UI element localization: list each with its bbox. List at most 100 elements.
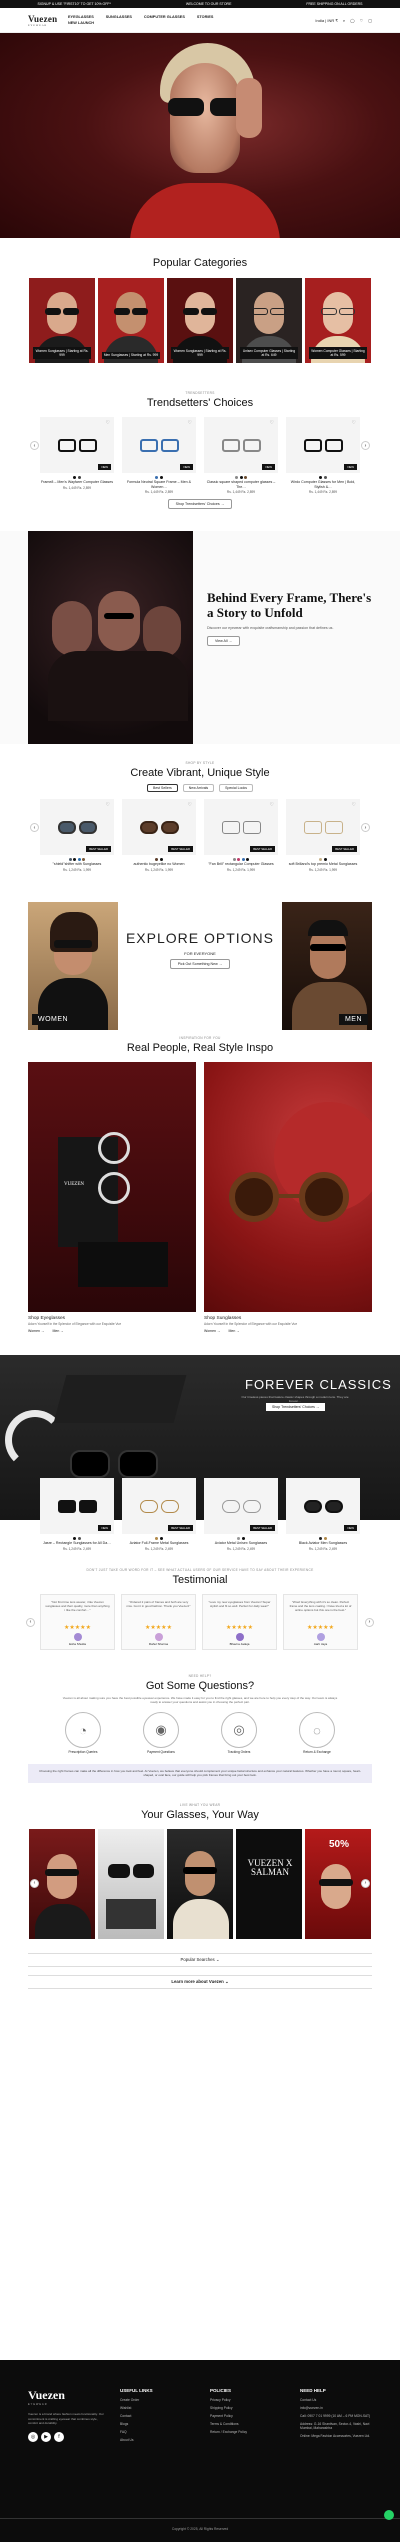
nav-item-stories[interactable]: STORIES [197, 15, 214, 19]
carousel-prev-button[interactable]: ‹ [30, 441, 39, 450]
color-swatches[interactable] [122, 1537, 196, 1541]
wishlist-icon[interactable]: ♡ [270, 420, 274, 426]
product-name[interactable]: Frame8 – Men's Wayfarer Computer Glasses [40, 480, 114, 485]
footer-logo[interactable]: Vuezen [28, 2388, 108, 2403]
women-link[interactable]: Women → [28, 1329, 44, 1333]
nav-item-eyeglasses[interactable]: EYEGLASSES [68, 15, 94, 19]
product-card[interactable]: ♡ BEST SELLER authentic bugeyelike no Wom… [122, 799, 196, 872]
product-name[interactable]: "Fan Brill" rectangular Computer Glasses [204, 862, 278, 867]
color-swatches[interactable] [204, 1537, 278, 1541]
shop-trendsetters-button[interactable]: Shop Trendsetters' Choices → [167, 499, 233, 510]
product-card[interactable]: ♡ BEST SELLER "shield"shifter with Sungla… [40, 799, 114, 872]
product-name[interactable]: Jasre – Rectangle Sunglasses for All Da… [40, 1541, 114, 1546]
inspo-card[interactable]: VUEZEN Shop Eyeglasses Adorn Yourself in… [28, 1062, 196, 1333]
wishlist-icon[interactable]: ♡ [352, 802, 356, 808]
product-name[interactable]: Classic square shaped computer glasses –… [204, 480, 278, 489]
inspo-title[interactable]: Shop Sunglasses [204, 1316, 372, 1321]
whatsapp-icon[interactable] [384, 2510, 394, 2520]
tab-new-arrivals[interactable]: New Arrivals [182, 784, 215, 793]
help-topic[interactable]: ◎ Tracking Orders [221, 1712, 257, 1754]
color-swatches[interactable] [286, 476, 360, 479]
view-all-button[interactable]: View All → [207, 635, 241, 646]
color-swatches[interactable] [40, 1537, 114, 1541]
wishlist-icon[interactable]: ♡ [188, 802, 192, 808]
category-card[interactable]: Unisex Computer Glasses | Starting at Rs… [236, 278, 302, 363]
wishlist-icon[interactable]: ♡ [360, 18, 364, 23]
category-card[interactable]: Men Sunglasses | Starting at Rs. 999 [98, 278, 164, 363]
color-swatches[interactable] [40, 476, 114, 479]
user-icon[interactable]: ◯ [350, 18, 354, 23]
product-card[interactable]: BEST SELLER Aviator Metal Unisex Sunglas… [204, 1478, 278, 1551]
product-name[interactable]: Wirdo Computer Glasses for Men | Bold, S… [286, 480, 360, 489]
color-swatches[interactable] [204, 476, 278, 479]
product-card[interactable]: ♡ BEST SELLER "Fan Brill" rectangular Com… [204, 799, 278, 872]
product-name[interactable]: Aviator Full-Frame Metal Sunglasses [122, 1541, 196, 1546]
women-label[interactable]: WOMEN [32, 1014, 75, 1026]
product-card[interactable]: ♡ BEST SELLER soft Brilland's top premio … [286, 799, 360, 872]
color-swatches[interactable] [286, 1537, 360, 1541]
carousel-next-button[interactable]: › [361, 1878, 370, 1888]
pick-out-button[interactable]: Pick Out Something New → [169, 959, 231, 970]
currency-selector[interactable]: India | INR ₹ [315, 18, 337, 23]
color-swatches[interactable] [122, 476, 196, 479]
inspo-card[interactable]: Shop Sunglasses Adorn Yourself in the Sp… [204, 1062, 372, 1333]
men-image[interactable]: MEN [282, 902, 372, 1031]
product-card[interactable]: ♡ NEW Wirdo Computer Glasses for Men | Bo… [286, 417, 360, 494]
product-name[interactable]: Black Aviator Men Sunglasses [286, 1541, 360, 1546]
women-link[interactable]: Women → [204, 1329, 220, 1333]
nav-item-new-launch[interactable]: NEW LAUNCH [68, 21, 94, 25]
instagram-icon[interactable]: ◎ [28, 2431, 38, 2442]
product-name[interactable]: "shield"shifter with Sunglasses [40, 862, 114, 867]
help-topic[interactable]: ◉ Payment Questions [143, 1712, 179, 1754]
category-card[interactable]: Women Sunglasses | Starting at Rs. 999 [29, 278, 95, 363]
footer-link[interactable]: Return / Exchange Policy [210, 2430, 247, 2434]
help-topic[interactable]: ◔ Prescription Queries [65, 1712, 101, 1754]
carousel-prev-button[interactable]: ‹ [26, 1617, 35, 1627]
footer-link[interactable]: Terms & Conditions [210, 2422, 247, 2426]
wishlist-icon[interactable]: ♡ [188, 420, 192, 426]
product-card[interactable]: NEW Jasre – Rectangle Sunglasses for All… [40, 1478, 114, 1551]
cart-icon[interactable]: ▢ [368, 18, 372, 23]
video-card[interactable] [167, 1828, 233, 1939]
footer-link[interactable]: Shipping Policy [210, 2406, 247, 2410]
footer-link[interactable]: Payment Policy [210, 2414, 247, 2418]
color-swatches[interactable] [122, 858, 196, 862]
carousel-next-button[interactable]: › [361, 823, 370, 833]
footer-link[interactable]: Blogs [120, 2422, 153, 2426]
wishlist-icon[interactable]: ♡ [106, 420, 110, 426]
men-link[interactable]: Men → [52, 1329, 63, 1333]
product-card[interactable]: ♡ NEW Classic square shaped computer glas… [204, 417, 278, 494]
help-topic[interactable]: ◌ Return & Exchange [299, 1712, 335, 1754]
carousel-prev-button[interactable]: ‹ [30, 823, 39, 833]
women-image[interactable]: WOMEN [28, 902, 118, 1031]
product-card[interactable]: NEW Black Aviator Men Sunglasses Rs. 1,2… [286, 1478, 360, 1551]
product-card[interactable]: BEST SELLER Aviator Full-Frame Metal Sun… [122, 1478, 196, 1551]
footer-link[interactable]: About Us [120, 2438, 153, 2442]
footer-phone[interactable]: Call: 0907 7 01 9999 (10 AM – 6 PM MON-S… [300, 2414, 372, 2418]
footer-email[interactable]: info@vuezen.in [300, 2406, 372, 2410]
youtube-icon[interactable]: ▶ [41, 2431, 51, 2442]
footer-link[interactable]: Privacy Policy [210, 2398, 247, 2402]
footer-link[interactable]: Contact Us [300, 2398, 372, 2402]
video-card[interactable] [98, 1828, 164, 1939]
facebook-icon[interactable]: f [54, 2431, 64, 2442]
nav-item-sunglasses[interactable]: SUNGLASSES [106, 15, 132, 19]
wishlist-icon[interactable]: ♡ [352, 420, 356, 426]
category-card[interactable]: Women Sunglasses | Starting at Rs. 999 [167, 278, 233, 363]
men-link[interactable]: Men → [228, 1329, 239, 1333]
footer-link[interactable]: Create Order [120, 2398, 153, 2402]
color-swatches[interactable] [40, 858, 114, 862]
carousel-next-button[interactable]: › [365, 1617, 374, 1627]
product-card[interactable]: ♡ NEW Formula Neutral Square Frame – Men … [122, 417, 196, 494]
product-name[interactable]: Formula Neutral Square Frame – Men & Wom… [122, 480, 196, 489]
inspo-title[interactable]: Shop Eyeglasses [28, 1316, 196, 1321]
carousel-next-button[interactable]: › [361, 441, 370, 450]
product-name[interactable]: soft Brilland's top premio Metal Sunglas… [286, 862, 360, 867]
popular-searches-accordion[interactable]: Popular Searches ⌄ [28, 1952, 372, 1967]
carousel-prev-button[interactable]: ‹ [30, 1878, 39, 1888]
tab-special-looks[interactable]: Special Looks [219, 784, 253, 793]
category-card[interactable]: Women Computer Glasses | Starting at Rs.… [305, 278, 371, 363]
product-name[interactable]: authentic bugeyelike no Women [122, 862, 196, 867]
hero-banner[interactable] [0, 33, 400, 238]
forever-shop-button[interactable]: Shop Trendsetters' Choices → [266, 1403, 326, 1412]
